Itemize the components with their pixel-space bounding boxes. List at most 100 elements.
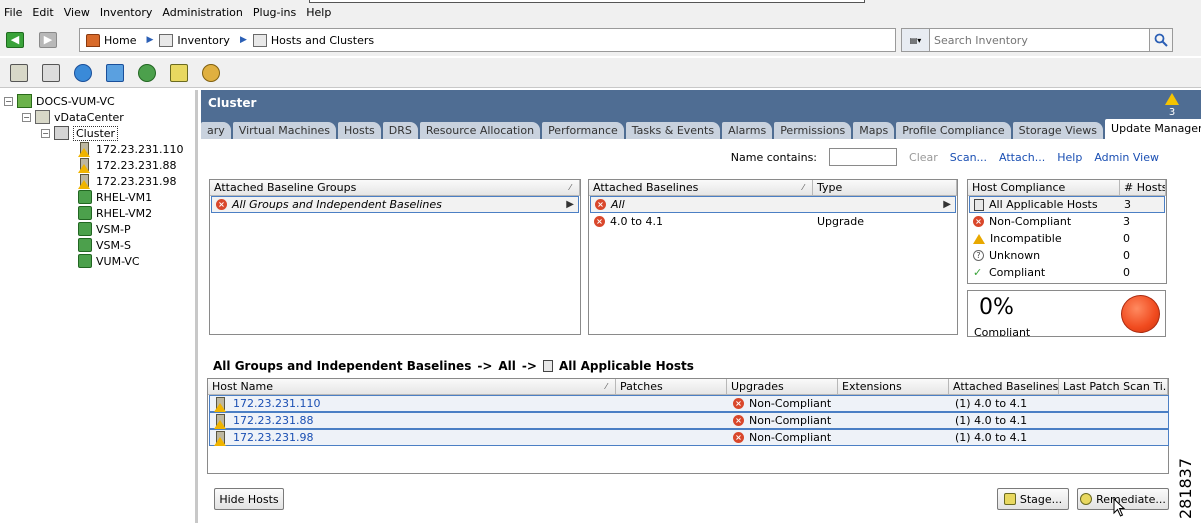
column-header-label: Attached Baseline Groups bbox=[214, 181, 357, 194]
tree-item-vm[interactable]: VUM-VC bbox=[78, 253, 140, 269]
column-header-last-scan[interactable]: Last Patch Scan Ti... bbox=[1059, 379, 1168, 395]
new-cluster-icon[interactable] bbox=[42, 63, 60, 82]
clear-link[interactable]: Clear bbox=[909, 151, 938, 164]
table-row[interactable]: 172.23.231.110 × Non-Compliant (1) 4.0 t… bbox=[209, 395, 1169, 412]
compliance-row-compliant[interactable]: ✓ Compliant 0 bbox=[969, 264, 1165, 281]
tab-resource-allocation[interactable]: Resource Allocation bbox=[419, 122, 541, 139]
error-icon: × bbox=[733, 415, 744, 426]
error-icon: × bbox=[733, 432, 744, 443]
alarm-indicator[interactable]: 3 bbox=[1165, 93, 1179, 118]
tab-hosts[interactable]: Hosts bbox=[338, 122, 381, 139]
tab-drs[interactable]: DRS bbox=[382, 122, 418, 139]
menu-plugins[interactable]: Plug-ins bbox=[253, 6, 296, 19]
tree-item-cluster[interactable]: − Cluster bbox=[41, 125, 119, 141]
collapse-icon[interactable]: − bbox=[41, 128, 50, 138]
update-manager-icon[interactable] bbox=[202, 63, 220, 82]
tree-item-vm[interactable]: RHEL-VM2 bbox=[78, 205, 152, 221]
menu-file[interactable]: File bbox=[4, 6, 22, 19]
baselines-header-type[interactable]: Type bbox=[813, 180, 957, 196]
tab-tasks-events[interactable]: Tasks & Events bbox=[625, 122, 721, 139]
search-inventory-icon[interactable] bbox=[138, 63, 156, 82]
new-resource-pool-icon[interactable] bbox=[106, 63, 124, 82]
tab-alarms[interactable]: Alarms bbox=[722, 122, 773, 139]
compliance-label: Incompatible bbox=[990, 232, 1062, 245]
host-link[interactable]: 172.23.231.110 bbox=[233, 396, 320, 411]
list-item[interactable]: × 4.0 to 4.1 Upgrade bbox=[590, 213, 956, 230]
compliance-header-count[interactable]: # Hosts bbox=[1120, 180, 1166, 196]
compliance-label: Unknown bbox=[989, 249, 1041, 262]
admin-view-link[interactable]: Admin View bbox=[1094, 151, 1159, 164]
upgrades-cell: × Non-Compliant bbox=[733, 430, 831, 445]
search-scope-dropdown[interactable]: ▤▾ bbox=[901, 28, 930, 52]
tree-item-host[interactable]: 172.23.231.98 bbox=[78, 173, 176, 189]
scan-link[interactable]: Scan... bbox=[950, 151, 987, 164]
host-cell[interactable]: 172.23.231.88 bbox=[214, 413, 313, 429]
menu-help[interactable]: Help bbox=[306, 6, 331, 19]
compliance-count: 3 bbox=[1124, 198, 1131, 211]
breadcrumb-arrow-icon[interactable]: ▶ bbox=[146, 35, 153, 45]
menu-inventory[interactable]: Inventory bbox=[100, 6, 153, 19]
collapse-icon[interactable]: − bbox=[22, 112, 31, 122]
column-header-patches[interactable]: Patches bbox=[616, 379, 727, 395]
baselines-header-name[interactable]: Attached Baselines ⁄ bbox=[589, 180, 813, 196]
compliance-row-noncompliant[interactable]: × Non-Compliant 3 bbox=[969, 213, 1165, 230]
column-header-label: Attached Baselines bbox=[593, 181, 699, 194]
menu-administration[interactable]: Administration bbox=[162, 6, 243, 19]
baseline-groups-header[interactable]: Attached Baseline Groups ⁄ bbox=[210, 180, 580, 196]
tab-summary[interactable]: ary bbox=[201, 122, 231, 139]
tree-item-root[interactable]: − DOCS-VUM-VC bbox=[4, 93, 115, 109]
collapse-icon[interactable]: − bbox=[4, 96, 13, 106]
tab-virtual-machines[interactable]: Virtual Machines bbox=[232, 122, 336, 139]
table-row[interactable]: 172.23.231.98 × Non-Compliant (1) 4.0 to… bbox=[209, 429, 1169, 446]
tree-item-host[interactable]: 172.23.231.110 bbox=[78, 141, 183, 157]
list-item[interactable]: × All Groups and Independent Baselines ▶ bbox=[211, 196, 579, 213]
compliance-row-incompatible[interactable]: Incompatible 0 bbox=[969, 230, 1165, 247]
column-header-host-name[interactable]: Host Name ⁄ bbox=[208, 379, 616, 395]
host-cell[interactable]: 172.23.231.98 bbox=[214, 430, 313, 446]
table-row[interactable]: 172.23.231.88 × Non-Compliant (1) 4.0 to… bbox=[209, 412, 1169, 429]
tab-maps[interactable]: Maps bbox=[853, 122, 895, 139]
refresh-icon[interactable] bbox=[74, 63, 92, 82]
help-link[interactable]: Help bbox=[1057, 151, 1082, 164]
tree-item-vm[interactable]: VSM-S bbox=[78, 237, 131, 253]
breadcrumb-hosts-clusters[interactable]: Hosts and Clusters bbox=[252, 33, 374, 47]
stage-button[interactable]: Stage... bbox=[997, 488, 1069, 510]
list-item[interactable]: × All ▶ bbox=[590, 196, 956, 213]
menu-view[interactable]: View bbox=[64, 6, 90, 19]
remediate-label: Remediate... bbox=[1096, 492, 1166, 506]
back-button[interactable]: ◀ bbox=[6, 32, 24, 48]
forward-button[interactable]: ▶ bbox=[39, 32, 57, 48]
host-cell[interactable]: 172.23.231.110 bbox=[214, 396, 320, 412]
host-profile-icon[interactable] bbox=[170, 63, 188, 82]
breadcrumb-home[interactable]: Home bbox=[86, 33, 136, 47]
name-contains-input[interactable] bbox=[829, 148, 898, 166]
hide-hosts-button[interactable]: Hide Hosts bbox=[214, 488, 284, 510]
tab-profile-compliance[interactable]: Profile Compliance bbox=[896, 122, 1011, 139]
compliance-row-all[interactable]: All Applicable Hosts 3 bbox=[969, 196, 1165, 213]
breadcrumb-inventory[interactable]: Inventory bbox=[159, 33, 230, 47]
tree-item-vm[interactable]: RHEL-VM1 bbox=[78, 189, 152, 205]
new-host-icon[interactable] bbox=[10, 63, 28, 82]
search-input[interactable] bbox=[930, 28, 1150, 52]
tab-performance[interactable]: Performance bbox=[542, 122, 624, 139]
breadcrumb-arrow-icon[interactable]: ▶ bbox=[240, 35, 247, 45]
compliance-header-name[interactable]: Host Compliance bbox=[968, 180, 1120, 196]
breadcrumb-inventory-label: Inventory bbox=[177, 33, 230, 47]
tree-item-host[interactable]: 172.23.231.88 bbox=[78, 157, 176, 173]
tab-update-manager[interactable]: Update Manager bbox=[1105, 119, 1201, 139]
tree-item-datacenter[interactable]: − vDataCenter bbox=[22, 109, 124, 125]
tree-item-vm[interactable]: VSM-P bbox=[78, 221, 131, 237]
tab-storage-views[interactable]: Storage Views bbox=[1012, 122, 1104, 139]
host-link[interactable]: 172.23.231.98 bbox=[233, 430, 313, 445]
tab-permissions[interactable]: Permissions bbox=[774, 122, 852, 139]
column-header-upgrades[interactable]: Upgrades bbox=[727, 379, 838, 395]
host-link[interactable]: 172.23.231.88 bbox=[233, 413, 313, 428]
menu-edit[interactable]: Edit bbox=[32, 6, 53, 19]
compliance-row-unknown[interactable]: ? Unknown 0 bbox=[969, 247, 1165, 264]
column-header-extensions[interactable]: Extensions bbox=[838, 379, 949, 395]
attach-link[interactable]: Attach... bbox=[999, 151, 1045, 164]
search-button[interactable] bbox=[1150, 28, 1173, 52]
column-header-attached-baselines[interactable]: Attached Baselines bbox=[949, 379, 1059, 395]
host-warning-icon bbox=[78, 142, 92, 157]
unknown-icon: ? bbox=[973, 250, 984, 261]
